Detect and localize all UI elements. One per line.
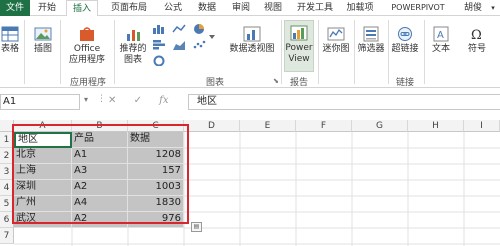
tab-page-layout[interactable]: 页面布局 (104, 0, 154, 16)
group-separator (114, 20, 115, 84)
pie-chart-icon[interactable] (192, 23, 206, 34)
gridlines (14, 132, 500, 246)
illustrations-button[interactable]: 插图 (28, 26, 58, 55)
table-icon (1, 26, 19, 42)
insert-function-button[interactable]: fx (159, 95, 168, 106)
office-apps-button[interactable]: Office 应用程序 (64, 26, 110, 66)
scatter-chart-icon[interactable] (192, 39, 206, 50)
tab-insert[interactable]: 插入 (66, 0, 98, 17)
formula-bar-grip-icon[interactable]: ⋮ (97, 94, 106, 104)
quick-analysis-icon[interactable]: ▤ (191, 222, 202, 232)
cancel-icon[interactable]: ✕ (108, 95, 116, 106)
tab-home[interactable]: 开始 (32, 0, 62, 16)
account-dropdown-icon[interactable]: ▾ (488, 0, 498, 16)
group-separator (24, 20, 25, 84)
tab-data[interactable]: 数据 (192, 0, 222, 16)
group-label-charts: 图表 (205, 78, 224, 88)
svg-text:A: A (437, 30, 444, 41)
group-label-links: 链接 (395, 78, 414, 88)
slicer-button[interactable]: 筛选器 (356, 26, 386, 55)
recommended-charts-label: 推荐的 图表 (119, 44, 147, 65)
formula-input[interactable]: 地区 (188, 94, 500, 110)
line-chart-icon[interactable] (172, 23, 186, 34)
power-view-label: Power View (285, 43, 313, 64)
picture-icon (34, 27, 52, 41)
omega-icon: Ω (471, 28, 482, 42)
worksheet-grid: A B C D E F G H I 1 2 3 4 5 6 7 地区 产品 数据… (0, 120, 500, 246)
link-icon (398, 27, 412, 41)
symbols-button[interactable]: Ω 符号 (462, 26, 492, 55)
group-separator (388, 20, 389, 84)
text-box-icon: A (433, 26, 449, 42)
power-view-icon (290, 25, 308, 41)
filter-icon (363, 26, 379, 42)
sparklines-label: 迷你图 (322, 44, 350, 54)
table-button[interactable]: 表格 (0, 26, 20, 55)
chart-dropdown-icon[interactable] (208, 31, 216, 42)
formula-bar: A1 ▾ ⋮ ✕ ✓ fx 地区 (0, 92, 500, 112)
name-box[interactable]: A1 (0, 94, 80, 110)
text-label: 文本 (431, 44, 450, 54)
tab-view[interactable]: 视图 (258, 0, 288, 16)
account-name[interactable]: 胡俊 (458, 0, 488, 16)
sparklines-button[interactable]: 迷你图 (320, 26, 352, 55)
confirm-icon[interactable]: ✓ (134, 95, 142, 106)
formula-buttons: ✕ ✓ fx (108, 95, 183, 106)
pivot-chart-label: 数据透视图 (229, 44, 275, 54)
bar-chart-icon[interactable] (152, 39, 166, 50)
recommended-chart-icon (127, 30, 140, 41)
text-button[interactable]: A 文本 (426, 26, 456, 55)
office-apps-label: Office 应用程序 (68, 44, 105, 65)
hyperlink-button[interactable]: 超链接 (390, 26, 420, 55)
svg-text:Ω: Ω (471, 28, 482, 42)
symbols-label: 符号 (467, 44, 486, 54)
name-box-dropdown-icon[interactable]: ▾ (84, 95, 88, 104)
tab-formulas[interactable]: 公式 (158, 0, 188, 16)
ribbon-tab-bar: 文件 开始 插入 页面布局 公式 数据 审阅 视图 开发工具 加载项 POWER… (0, 0, 500, 17)
group-separator (60, 20, 61, 84)
charts-dialog-launcher-icon[interactable]: ⬊ (273, 77, 279, 85)
group-separator (318, 20, 319, 84)
tab-review[interactable]: 审阅 (226, 0, 256, 16)
group-label-reports: 报告 (289, 78, 308, 88)
tab-addins[interactable]: 加载项 (340, 0, 380, 16)
power-view-button[interactable]: Power View (284, 20, 314, 72)
slicer-label: 筛选器 (357, 44, 385, 54)
tab-powerpivot[interactable]: POWERPIVOT (384, 0, 452, 16)
other-charts-icon[interactable] (152, 55, 166, 66)
tab-developer[interactable]: 开发工具 (292, 0, 338, 16)
column-chart-icon[interactable] (152, 23, 166, 34)
area-chart-icon[interactable] (172, 39, 186, 50)
hyperlink-label: 超链接 (391, 44, 419, 54)
tab-file[interactable]: 文件 (0, 0, 30, 16)
store-icon (80, 27, 94, 41)
group-label-apps: 应用程序 (69, 78, 106, 88)
sparkline-icon (327, 27, 345, 41)
ribbon: 表格 插图 Office 应用程序 应用程序 推荐的 图表 数据透视图 图表 ⬊… (0, 16, 500, 88)
group-separator (424, 20, 425, 84)
pivot-chart-button[interactable]: 数据透视图 (226, 26, 278, 55)
table-label: 表格 (0, 44, 19, 54)
recommended-charts-button[interactable]: 推荐的 图表 (117, 26, 149, 66)
pivot-chart-icon (243, 26, 261, 42)
illustrations-label: 插图 (33, 44, 52, 54)
group-separator (354, 20, 355, 84)
